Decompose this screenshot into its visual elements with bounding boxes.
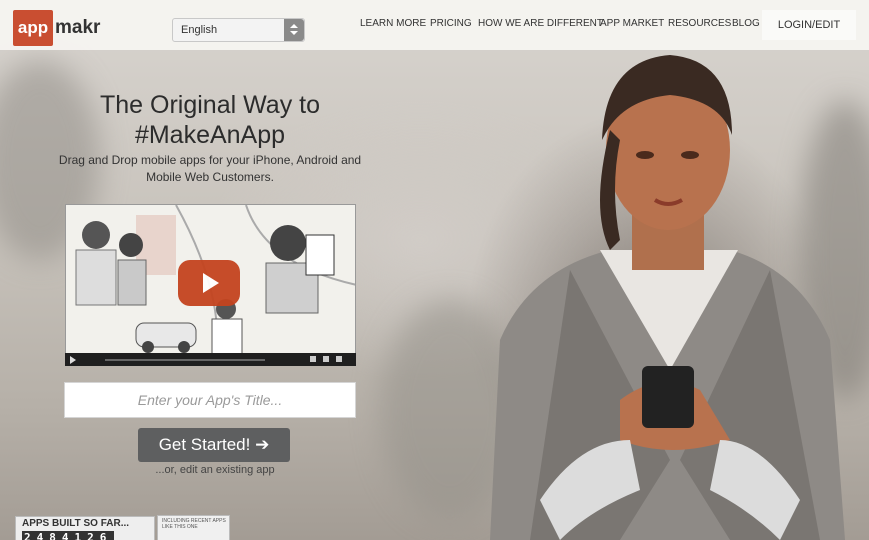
- recent-apps-badge[interactable]: INCLUDING RECENT APPS LIKE THIS ONE: [157, 515, 230, 540]
- nav-blog[interactable]: BLOG: [732, 18, 760, 32]
- nav-resources[interactable]: RESOURCES: [668, 18, 731, 32]
- edit-existing-app-link[interactable]: ...or, edit an existing app: [140, 464, 290, 476]
- recent-apps-text: INCLUDING RECENT APPS LIKE THIS ONE: [162, 518, 226, 530]
- language-value: English: [181, 24, 218, 36]
- play-small-icon[interactable]: [70, 356, 76, 364]
- video-controls[interactable]: [65, 353, 356, 366]
- counter-label: APPS BUILT SO FAR...: [22, 518, 130, 529]
- app-title-input[interactable]: Enter your App's Title...: [64, 382, 356, 418]
- hero-photo: [490, 55, 845, 540]
- logo-makr: makr: [55, 17, 101, 38]
- nav-how-we-are-different[interactable]: HOW WE ARE DIFFERENT: [478, 18, 603, 32]
- hero-subtitle-line1: Drag and Drop mobile apps for your iPhon…: [58, 153, 362, 167]
- nav-learn-more[interactable]: LEARN MORE: [360, 18, 426, 32]
- play-icon[interactable]: [178, 260, 240, 306]
- hero-title: The Original Way to #MakeAnApp: [40, 90, 380, 150]
- hero-title-line1: The Original Way to: [100, 91, 320, 119]
- nav-app-market[interactable]: APP MARKET: [600, 18, 664, 32]
- logo[interactable]: app makr: [13, 10, 100, 46]
- hero-title-line2: #MakeAnApp: [134, 121, 286, 149]
- select-arrows-icon: [284, 19, 304, 41]
- logo-app: app: [13, 10, 53, 46]
- hero-subtitle-line2: Mobile Web Customers.: [146, 170, 274, 184]
- get-started-button[interactable]: Get Started! ➔: [138, 428, 290, 462]
- settings-icon[interactable]: [310, 356, 316, 362]
- video-progress-bar[interactable]: [105, 359, 265, 361]
- counter-digits: 2484126: [22, 531, 115, 540]
- captions-icon[interactable]: [323, 356, 329, 362]
- login-button[interactable]: LOGIN/EDIT: [762, 10, 856, 40]
- fullscreen-icon[interactable]: [336, 356, 342, 362]
- nav-pricing[interactable]: PRICING: [430, 18, 472, 32]
- language-select[interactable]: English: [172, 18, 305, 42]
- apps-built-counter: APPS BUILT SO FAR... 2484126: [15, 516, 155, 540]
- top-header: app makr English LEARN MORE PRICING HOW …: [0, 0, 869, 50]
- hero-subtitle: Drag and Drop mobile apps for your iPhon…: [40, 152, 380, 186]
